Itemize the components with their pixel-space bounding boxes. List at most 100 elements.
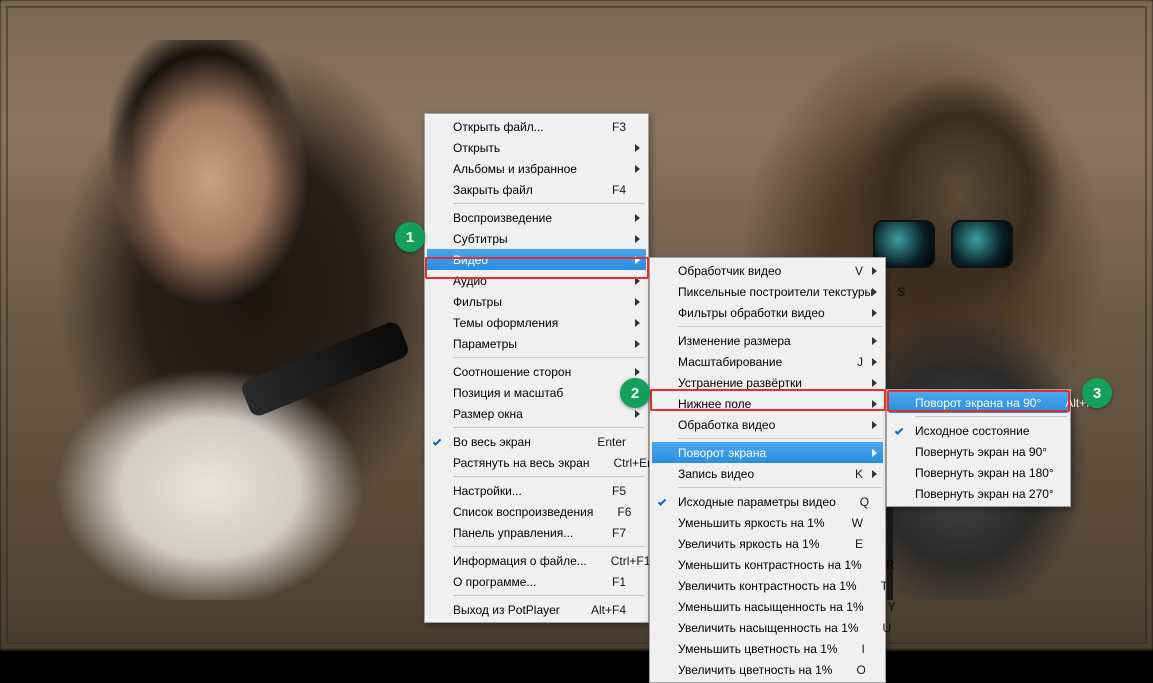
main-menu-item[interactable]: Список воспроизведенияF6 xyxy=(427,501,646,522)
main-menu-label: Растянуть на весь экран xyxy=(453,456,589,470)
context-submenu-video[interactable]: Обработчик видеоVПиксельные построители … xyxy=(649,257,886,683)
video-menu-label: Пиксельные построители текстуры xyxy=(678,285,873,299)
video-menu-item[interactable]: Увеличить контрастность на 1%T xyxy=(652,575,883,596)
main-menu-shortcut: F6 xyxy=(617,505,631,519)
video-menu-label: Поворот экрана xyxy=(678,446,863,460)
video-menu-label: Обработчик видео xyxy=(678,264,831,278)
annotation-badge-1: 1 xyxy=(395,222,425,252)
rotate-menu-item[interactable]: Повернуть экран на 90° xyxy=(889,441,1068,462)
main-menu-item[interactable]: Открыть файл...F3 xyxy=(427,116,646,137)
video-figure-left xyxy=(30,40,390,600)
video-menu-item[interactable]: Уменьшить контрастность на 1%R xyxy=(652,554,883,575)
video-menu-label: Уменьшить цветность на 1% xyxy=(678,642,838,656)
video-menu-item[interactable]: Уменьшить яркость на 1%W xyxy=(652,512,883,533)
video-menu-label: Обработка видео xyxy=(678,418,863,432)
main-menu-label: Открыть xyxy=(453,141,626,155)
main-menu-item[interactable]: Во весь экранEnter xyxy=(427,431,646,452)
chevron-right-icon xyxy=(872,337,877,345)
context-menu-main[interactable]: Открыть файл...F3 Открыть Альбомы и избран… xyxy=(424,113,649,623)
main-menu-label: Настройки... xyxy=(453,484,588,498)
video-menu-item[interactable]: Устранение развёртки xyxy=(652,372,883,393)
chevron-right-icon xyxy=(635,277,640,285)
main-menu-item[interactable]: Фильтры xyxy=(427,291,646,312)
chevron-right-icon xyxy=(872,379,877,387)
video-menu-shortcut: K xyxy=(855,467,863,481)
main-menu-item[interactable]: Видео xyxy=(427,249,646,270)
video-menu-item[interactable]: Поворот экрана xyxy=(652,442,883,463)
main-menu-item[interactable]: Открыть xyxy=(427,137,646,158)
main-menu-separator xyxy=(453,427,645,428)
video-menu-item[interactable]: Масштабирование J xyxy=(652,351,883,372)
main-menu-item[interactable]: Размер окна xyxy=(427,403,646,424)
video-menu-label: Уменьшить насыщенность на 1% xyxy=(678,600,864,614)
main-menu-label: Фильтры xyxy=(453,295,626,309)
rotate-menu-item[interactable]: Повернуть экран на 180° xyxy=(889,462,1068,483)
chevron-right-icon xyxy=(872,421,877,429)
annotation-badge-2: 2 xyxy=(620,378,650,408)
video-menu-shortcut: J xyxy=(857,355,863,369)
video-menu-item[interactable]: Обработка видео xyxy=(652,414,883,435)
video-menu-item[interactable]: Увеличить цветность на 1%O xyxy=(652,659,883,680)
main-menu-item[interactable]: О программе... F1 xyxy=(427,571,646,592)
video-menu-label: Устранение развёртки xyxy=(678,376,863,390)
main-menu-item[interactable]: Закрыть файлF4 xyxy=(427,179,646,200)
video-menu-shortcut: I xyxy=(862,642,865,656)
rotate-menu-item[interactable]: Исходное состояние xyxy=(889,420,1068,441)
main-menu-label: Размер окна xyxy=(453,407,626,421)
video-menu-item[interactable]: Уменьшить цветность на 1% I xyxy=(652,638,883,659)
video-menu-shortcut: W xyxy=(852,516,863,530)
video-menu-label: Увеличить цветность на 1% xyxy=(678,663,832,677)
video-menu-item[interactable]: Изменение размера xyxy=(652,330,883,351)
context-submenu-rotate[interactable]: Поворот экрана на 90°Alt+K Исходное состо… xyxy=(886,389,1071,507)
video-menu-separator xyxy=(678,487,882,488)
video-menu-label: Масштабирование xyxy=(678,355,833,369)
video-menu-item[interactable]: Увеличить насыщенность на 1%U xyxy=(652,617,883,638)
video-menu-shortcut: T xyxy=(881,579,888,593)
main-menu-item[interactable]: Растянуть на весь экранCtrl+Enter xyxy=(427,452,646,473)
main-menu-item[interactable]: Альбомы и избранное xyxy=(427,158,646,179)
main-menu-shortcut: F1 xyxy=(612,575,626,589)
main-menu-item[interactable]: Параметры xyxy=(427,333,646,354)
video-menu-shortcut: Y xyxy=(888,600,896,614)
rotate-menu-item[interactable]: Повернуть экран на 270° xyxy=(889,483,1068,504)
main-menu-item[interactable]: Соотношение сторон xyxy=(427,361,646,382)
main-menu-label: Панель управления... xyxy=(453,526,588,540)
video-menu-item[interactable]: Уменьшить насыщенность на 1%Y xyxy=(652,596,883,617)
main-menu-item[interactable]: Выход из PotPlayerAlt+F4 xyxy=(427,599,646,620)
main-menu-item[interactable]: Субтитры xyxy=(427,228,646,249)
main-menu-item[interactable]: Темы оформления xyxy=(427,312,646,333)
video-menu-label: Увеличить контрастность на 1% xyxy=(678,579,857,593)
chevron-right-icon xyxy=(872,288,877,296)
main-menu-item[interactable]: Воспроизведение xyxy=(427,207,646,228)
video-menu-item[interactable]: Нижнее поле xyxy=(652,393,883,414)
video-menu-separator xyxy=(678,326,882,327)
main-menu-label: О программе... xyxy=(453,575,588,589)
main-menu-item[interactable]: Аудио xyxy=(427,270,646,291)
chevron-right-icon xyxy=(635,256,640,264)
check-icon xyxy=(433,437,441,445)
video-menu-item[interactable]: Пиксельные построители текстурыS xyxy=(652,281,883,302)
main-menu-item[interactable]: Информация о файле...Ctrl+F1 xyxy=(427,550,646,571)
video-menu-item[interactable]: Обработчик видеоV xyxy=(652,260,883,281)
chevron-right-icon xyxy=(635,235,640,243)
video-menu-item[interactable]: Увеличить яркость на 1%E xyxy=(652,533,883,554)
rotate-menu-label: Поворот экрана на 90° xyxy=(915,396,1041,410)
main-menu-separator xyxy=(453,476,645,477)
rotate-menu-item[interactable]: Поворот экрана на 90°Alt+K xyxy=(889,392,1068,413)
chevron-right-icon xyxy=(872,358,877,366)
main-menu-item[interactable]: Позиция и масштаб xyxy=(427,382,646,403)
main-menu-shortcut: Enter xyxy=(597,435,626,449)
rotate-menu-label: Повернуть экран на 270° xyxy=(915,487,1054,501)
video-menu-item[interactable]: Фильтры обработки видео xyxy=(652,302,883,323)
chevron-right-icon xyxy=(635,165,640,173)
video-menu-item[interactable]: Исходные параметры видеоQ xyxy=(652,491,883,512)
chevron-right-icon xyxy=(635,340,640,348)
chevron-right-icon xyxy=(635,410,640,418)
video-menu-item[interactable]: Запись видеоK xyxy=(652,463,883,484)
main-menu-label: Соотношение сторон xyxy=(453,365,626,379)
main-menu-item[interactable]: Панель управления...F7 xyxy=(427,522,646,543)
main-menu-separator xyxy=(453,357,645,358)
rotate-menu-label: Повернуть экран на 90° xyxy=(915,445,1048,459)
main-menu-item[interactable]: Настройки...F5 xyxy=(427,480,646,501)
check-icon xyxy=(895,426,903,434)
